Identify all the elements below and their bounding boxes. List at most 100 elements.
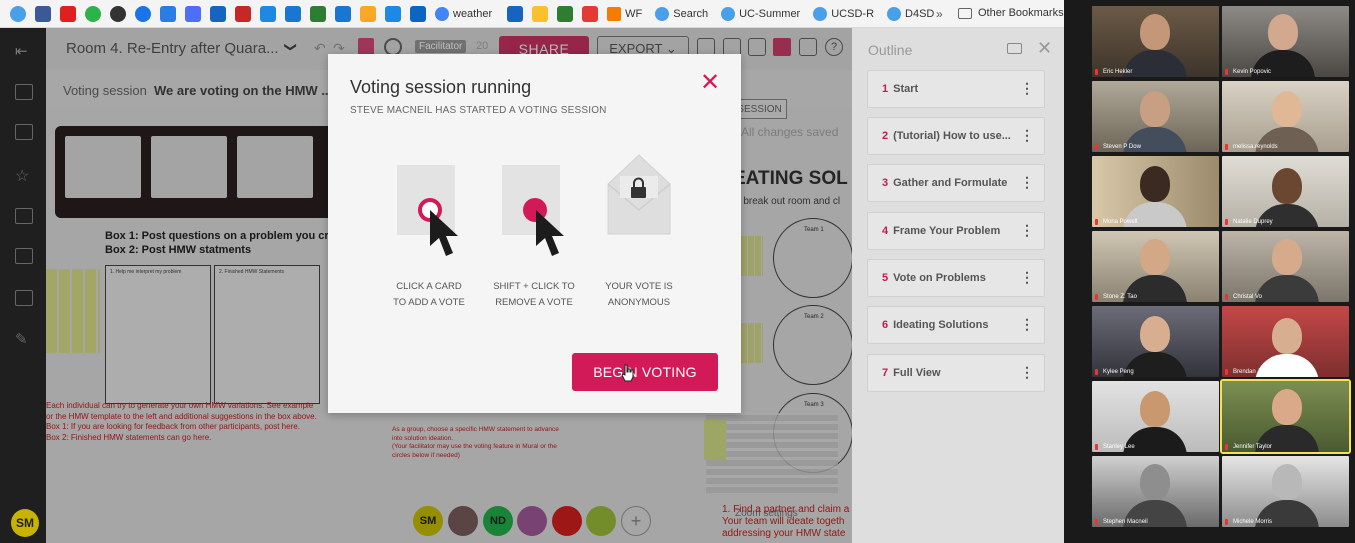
outline-item-vote[interactable]: 5 Vote on Problems ⋮ [867,259,1045,297]
text-icon[interactable] [15,124,33,140]
outline-item-full-view[interactable]: 7 Full View ⋮ [867,354,1045,392]
participant-name: Eric Hekler [1095,69,1132,75]
participant-name: Natalie Duprey [1225,219,1273,225]
bookmark-icon[interactable] [185,5,201,22]
other-bookmarks[interactable]: Other Bookmarks [958,7,1064,19]
outline-item-tutorial[interactable]: 2 (Tutorial) How to use... ⋮ [867,117,1045,155]
participant-face [1272,168,1302,204]
video-tile[interactable]: Michele Morris [1222,456,1349,527]
outline-item-gather[interactable]: 3 Gather and Formulate ⋮ [867,164,1045,202]
upload-icon[interactable] [15,290,33,306]
bookmark-icon[interactable] [235,5,251,22]
bookmark-icon[interactable] [285,5,301,22]
envelope-lock-icon [607,154,671,235]
video-tile[interactable]: Stephen Macneil [1092,456,1219,527]
more-vertical-icon[interactable]: ⋮ [1020,270,1034,284]
trello-icon[interactable] [335,5,351,22]
video-tile[interactable]: Brendan Jew [1222,306,1349,377]
video-tile[interactable]: Christal Vo [1222,231,1349,302]
more-vertical-icon[interactable]: ⋮ [1020,317,1034,331]
more-vertical-icon[interactable]: ⋮ [1020,81,1034,95]
participant-name-text: Kevin Popovic [1233,69,1272,75]
participant-face [1272,91,1302,127]
outline-label: Gather and Formulate [893,177,1008,189]
evernote-icon[interactable] [85,5,101,22]
bookmarks-bar: weather WF Search UC-Summer UCSD-R D4SD … [0,0,1064,28]
bookmark-icon[interactable] [557,5,574,22]
drive-icon[interactable] [10,5,26,22]
step-line: SHIFT + CLICK TO [493,281,575,292]
mic-muted-icon [1225,294,1228,300]
participant-face [1272,239,1302,275]
close-icon[interactable]: ✕ [1037,38,1052,59]
bookmark-icon[interactable] [310,5,326,22]
bookmark-icon[interactable] [582,5,599,22]
user-avatar[interactable]: SM [11,509,39,537]
bookmark-uc-summer[interactable]: UC-Summer [721,6,800,21]
cursor-icon [536,210,564,256]
more-vertical-icon[interactable]: ⋮ [1020,128,1034,142]
bookmark-icon[interactable] [210,5,226,22]
facebook-icon[interactable] [35,5,51,22]
mic-muted-icon [1095,219,1098,225]
video-tile[interactable]: Steven P Dow [1092,81,1219,152]
mic-muted-icon [1095,369,1098,375]
image-icon[interactable] [15,248,33,264]
more-vertical-icon[interactable]: ⋮ [1020,175,1034,189]
video-tile[interactable]: melissa.reynolds [1222,81,1349,152]
more-vertical-icon[interactable]: ⋮ [1020,223,1034,237]
bookmark-icon[interactable] [507,5,524,22]
bookmark-label: weather [453,7,493,20]
begin-voting-button[interactable]: BEGIN VOTING [572,353,718,391]
bookmark-d4sd[interactable]: D4SD [887,6,934,21]
star-icon[interactable]: ☆ [15,166,33,185]
drive-icon [721,6,736,21]
participant-name: Michele Morris [1225,519,1272,525]
dropbox-icon[interactable] [160,5,176,22]
outline-item-ideating[interactable]: 6 Ideating Solutions ⋮ [867,306,1045,344]
modal-subtitle: STEVE MACNEIL HAS STARTED A VOTING SESSI… [350,105,607,116]
video-tile[interactable]: Natalie Duprey [1222,156,1349,227]
bookmark-wf[interactable]: WF [607,6,642,21]
video-tile-active-speaker[interactable]: Jennifer Taylor [1220,379,1351,454]
participant-face [1140,91,1170,127]
participant-name: Kevin Popovic [1225,69,1271,75]
linkedin-icon[interactable] [410,5,426,22]
close-icon[interactable]: ✕ [700,71,720,95]
outline-num: 7 [882,367,889,379]
present-icon[interactable] [1007,43,1022,54]
video-tile[interactable]: Mona Powell [1092,156,1219,227]
sticky-note-icon[interactable] [15,84,33,100]
wf-icon [607,6,622,21]
mic-muted-icon [1225,444,1228,450]
outline-panel: Outline ✕ 1 Start ⋮ 2 (Tutorial) How to use… [852,28,1064,543]
outline-item-start[interactable]: 1 Start ⋮ [867,70,1045,108]
outline-item-frame[interactable]: 4 Frame Your Problem ⋮ [867,212,1045,250]
video-tile[interactable]: Stone Z. Tao [1092,231,1219,302]
mic-muted-icon [1225,519,1228,525]
more-vertical-icon[interactable]: ⋮ [1020,365,1034,379]
bookmark-icon[interactable] [532,5,549,22]
participant-name: Christal Vo [1225,294,1262,300]
more-bookmarks-button[interactable]: » [936,7,943,21]
bookmark-search[interactable]: Search [655,6,709,21]
participant-name-text: Michele Morris [1233,519,1273,525]
video-tile[interactable]: Kevin Popovic [1222,6,1349,77]
bookmark-ucsd-r[interactable]: UCSD-R [813,6,874,21]
video-tile[interactable]: Stanley Lee [1092,381,1219,452]
pencil-icon[interactable]: ✎ [15,330,33,348]
sync-icon[interactable] [135,5,151,22]
youtube-icon[interactable] [60,5,76,22]
outline-title: Outline [868,42,913,58]
video-tile[interactable]: Kylee Peng [1092,306,1219,377]
bookmark-icon[interactable] [385,5,401,22]
bookmark-weather[interactable]: weather [435,6,493,21]
video-tile[interactable]: Eric Hekler [1092,6,1219,77]
bookmark-icon[interactable] [360,5,376,22]
other-bookmarks-label: Other Bookmarks [978,7,1064,19]
exit-icon[interactable]: ⇤ [15,42,33,60]
bookmark-label: Search [673,7,709,20]
grid-icon[interactable] [15,208,33,224]
calendar-icon[interactable] [260,5,276,22]
github-icon[interactable] [110,5,126,22]
